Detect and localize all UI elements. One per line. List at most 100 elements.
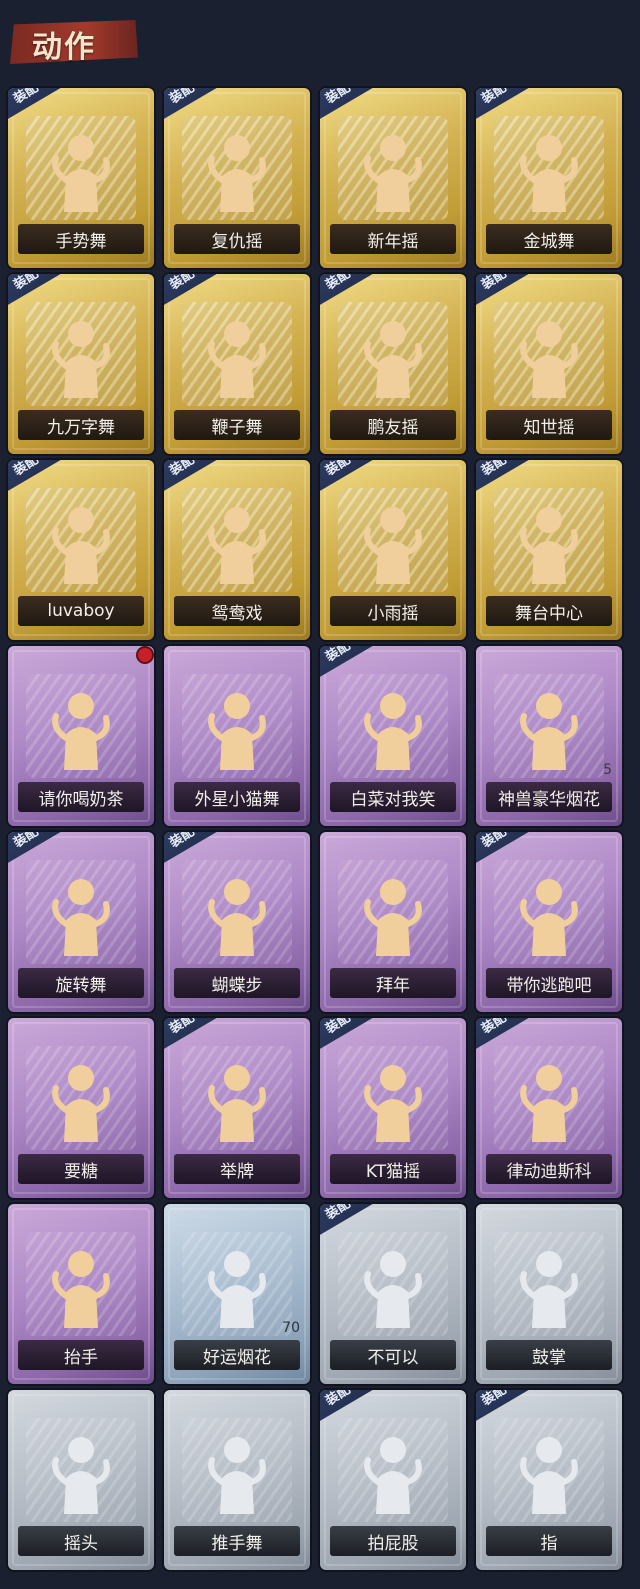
emote-figure-icon (356, 1244, 430, 1328)
emote-figure-icon (512, 1244, 586, 1328)
emote-name-bar: KT猫摇 (330, 1154, 456, 1184)
emote-card[interactable]: 装配 带你逃跑吧 (476, 832, 622, 1012)
emote-name-bar: 指 (486, 1526, 612, 1556)
equipped-badge-label: 装配 (11, 274, 42, 293)
emote-card[interactable]: 装配 旋转舞 (8, 832, 154, 1012)
emote-card[interactable]: 装配 律动迪斯科 (476, 1018, 622, 1198)
emote-name: 蝴蝶步 (211, 975, 263, 996)
emote-name: 拍屁股 (367, 1533, 419, 1554)
emote-name: 带你逃跑吧 (506, 975, 592, 996)
emote-card[interactable]: 装配小雨摇 (320, 460, 466, 640)
emote-card[interactable]: 装配指 (476, 1390, 622, 1570)
emote-figure-icon (44, 872, 118, 956)
emote-name: 小雨摇 (367, 603, 419, 624)
emote-figure-icon (512, 128, 586, 212)
emote-name-bar: 鸳鸯戏 (174, 596, 300, 626)
emote-card[interactable]: 5 神兽豪华烟花 (476, 646, 622, 826)
emote-card[interactable]: 装配 KT猫摇 (320, 1018, 466, 1198)
emote-figure-icon (44, 1430, 118, 1514)
emote-name: 抬手 (64, 1347, 98, 1368)
equipped-badge-label: 装配 (323, 88, 354, 107)
emote-card[interactable]: 拜年 (320, 832, 466, 1012)
emote-name: 神兽豪华烟花 (498, 789, 600, 810)
equipped-badge-label: 装配 (167, 88, 198, 107)
emote-card[interactable]: 抬手 (8, 1204, 154, 1384)
emote-figure-icon (356, 500, 430, 584)
emote-card[interactable]: 鼓掌 (476, 1204, 622, 1384)
emote-name: 外星小猫舞 (194, 789, 280, 810)
emote-figure-icon (200, 500, 274, 584)
emote-name-bar: 白菜对我笑 (330, 782, 456, 812)
emote-figure-icon (200, 128, 274, 212)
emote-name: 鞭子舞 (211, 417, 263, 438)
emote-name: 舞台中心 (515, 603, 583, 624)
emote-card[interactable]: 装配 金城舞 (476, 88, 622, 268)
emote-card[interactable]: 装配复仇摇 (164, 88, 310, 268)
emote-name-bar: 手势舞 (18, 224, 144, 254)
emote-figure-icon (356, 872, 430, 956)
emote-name-bar: 举牌 (174, 1154, 300, 1184)
emote-figure-icon (44, 1058, 118, 1142)
emote-name: 要糖 (64, 1161, 98, 1182)
equipped-badge-label: 装配 (479, 460, 510, 479)
emote-name: 摇头 (64, 1533, 98, 1554)
emote-card[interactable]: 装配 不可以 (320, 1204, 466, 1384)
equipped-badge-label: 装配 (323, 646, 354, 665)
equipped-badge-label: 装配 (11, 88, 42, 107)
header: 动作 (0, 0, 640, 65)
emote-name: 推手舞 (211, 1533, 263, 1554)
emote-name-bar: 九万字舞 (18, 410, 144, 440)
equipped-badge-label: 装配 (323, 460, 354, 479)
emote-card[interactable]: 请你喝奶茶 (8, 646, 154, 826)
emote-figure-icon (44, 128, 118, 212)
emote-figure-icon (356, 314, 430, 398)
emote-card[interactable]: 装配 鹏友摇 (320, 274, 466, 454)
emote-name: 举牌 (220, 1161, 254, 1182)
emote-card[interactable]: 装配 luvaboy (8, 460, 154, 640)
emote-name: 请你喝奶茶 (38, 789, 124, 810)
emote-name-bar: 好运烟花 (174, 1340, 300, 1370)
emote-card[interactable]: 摇头 (8, 1390, 154, 1570)
emote-card[interactable]: 装配鞭子舞 (164, 274, 310, 454)
emote-card[interactable]: 装配 知世摇 (476, 274, 622, 454)
emote-name-bar: 鼓掌 (486, 1340, 612, 1370)
equipped-badge-label: 装配 (323, 1390, 354, 1409)
emote-card[interactable]: 推手舞 (164, 1390, 310, 1570)
emote-name: 鸳鸯戏 (211, 603, 263, 624)
emote-name: 不可以 (367, 1347, 419, 1368)
emote-name-bar: 鹏友摇 (330, 410, 456, 440)
emote-name-bar: 旋转舞 (18, 968, 144, 998)
emote-name-bar: 拜年 (330, 968, 456, 998)
equipped-badge-label: 装配 (167, 832, 198, 851)
equipped-badge-label: 装配 (167, 274, 198, 293)
emote-name-bar: 新年摇 (330, 224, 456, 254)
emote-figure-icon (356, 1058, 430, 1142)
emote-name: 拜年 (376, 975, 410, 996)
emote-figure-icon (512, 500, 586, 584)
emote-card[interactable]: 70 好运烟花 (164, 1204, 310, 1384)
emote-card[interactable]: 装配新年摇 (320, 88, 466, 268)
emote-name: 金城舞 (523, 231, 575, 252)
emote-name-bar: 复仇摇 (174, 224, 300, 254)
emote-card[interactable]: 装配白菜对我笑 (320, 646, 466, 826)
equipped-badge-label: 装配 (479, 274, 510, 293)
emote-figure-icon (356, 686, 430, 770)
emote-card[interactable]: 装配舞台中心 (476, 460, 622, 640)
emote-card[interactable]: 装配拍屁股 (320, 1390, 466, 1570)
emote-figure-icon (44, 1244, 118, 1328)
emote-name-bar: luvaboy (18, 596, 144, 626)
emote-card[interactable]: 要糖 (8, 1018, 154, 1198)
emote-card[interactable]: 装配 举牌 (164, 1018, 310, 1198)
equipped-badge-label: 装配 (479, 1018, 510, 1037)
emote-card[interactable]: 装配手势舞 (8, 88, 154, 268)
emote-card[interactable]: 装配蝴蝶步 (164, 832, 310, 1012)
emote-card[interactable]: 装配 鸳鸯戏 (164, 460, 310, 640)
emote-name-bar: 请你喝奶茶 (18, 782, 144, 812)
emote-name-bar: 要糖 (18, 1154, 144, 1184)
emote-card[interactable]: 装配九万字舞 (8, 274, 154, 454)
emote-name: 鼓掌 (532, 1347, 566, 1368)
emote-card[interactable]: 外星小猫舞 (164, 646, 310, 826)
emote-name: 九万字舞 (47, 417, 115, 438)
emote-figure-icon (200, 1244, 274, 1328)
emote-name-bar: 小雨摇 (330, 596, 456, 626)
